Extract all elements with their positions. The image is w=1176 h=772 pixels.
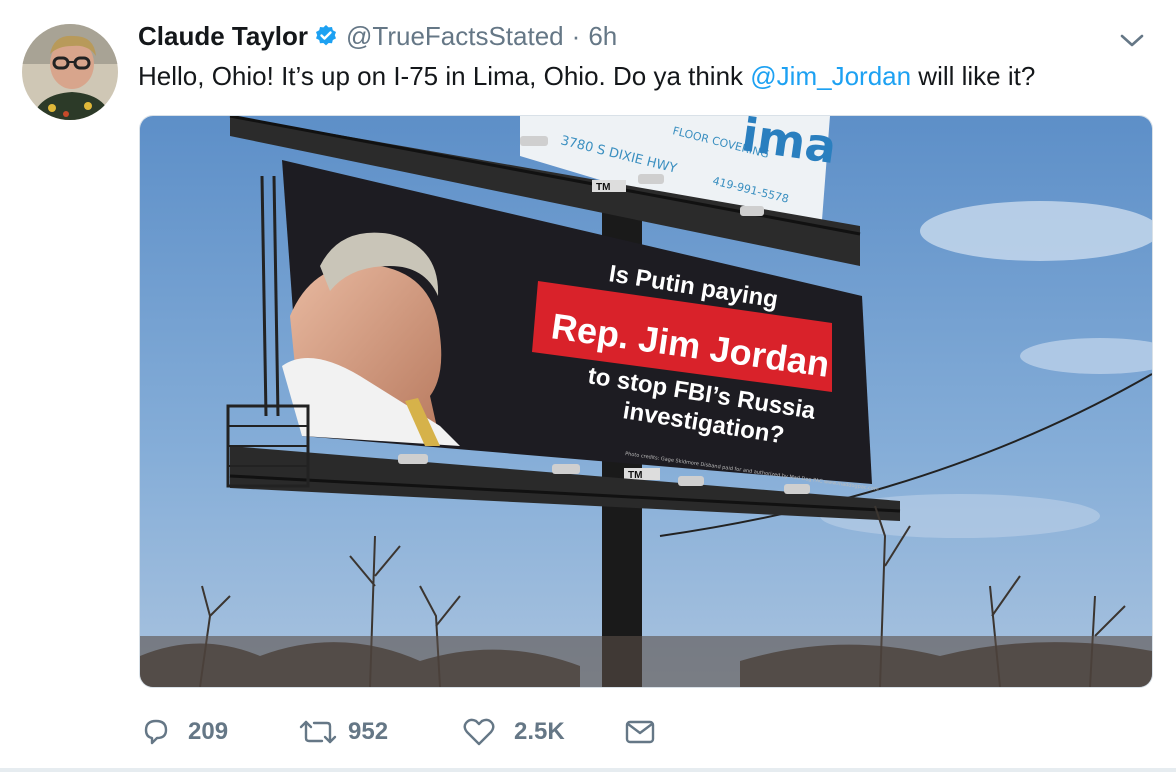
tm-plate-upper: TM: [596, 182, 610, 193]
reply-icon: [140, 716, 172, 748]
tweet-header: Claude Taylor @TrueFactsStated · 6h: [138, 18, 617, 54]
mention-link[interactable]: @Jim_Jordan: [750, 61, 911, 91]
tweet: Claude Taylor @TrueFactsStated · 6h Hell…: [0, 0, 1176, 772]
like-button[interactable]: 2.5K: [462, 712, 565, 752]
tweet-text-part1: Hello, Ohio! It’s up on I-75 in Lima, Oh…: [138, 61, 751, 91]
direct-message-icon: [624, 716, 656, 748]
reply-count: 209: [188, 718, 229, 745]
verified-badge-icon: [314, 24, 338, 48]
like-icon: [462, 716, 496, 748]
retweet-button[interactable]: 952: [298, 712, 388, 752]
tweet-photo[interactable]: 3780 S DIXIE HWY FLOOR COVERING 419-991-…: [139, 115, 1153, 688]
reply-button[interactable]: 209: [140, 712, 228, 752]
retweet-count: 952: [348, 718, 389, 745]
tweet-actions: 209 952 2.5K: [140, 712, 700, 752]
retweet-icon: [298, 716, 338, 748]
chevron-down-icon[interactable]: [1118, 30, 1146, 50]
avatar[interactable]: [22, 24, 118, 120]
direct-message-button[interactable]: [624, 712, 656, 752]
author-name[interactable]: Claude Taylor: [138, 21, 308, 52]
tweet-text: Hello, Ohio! It’s up on I-75 in Lima, Oh…: [138, 58, 1035, 94]
tweet-text-part2: will like it?: [911, 61, 1036, 91]
tweet-divider: [0, 768, 1176, 772]
like-count: 2.5K: [514, 718, 565, 745]
author-handle[interactable]: @TrueFactsStated: [346, 21, 564, 52]
tweet-timestamp[interactable]: 6h: [588, 21, 617, 52]
header-separator: ·: [571, 20, 581, 51]
